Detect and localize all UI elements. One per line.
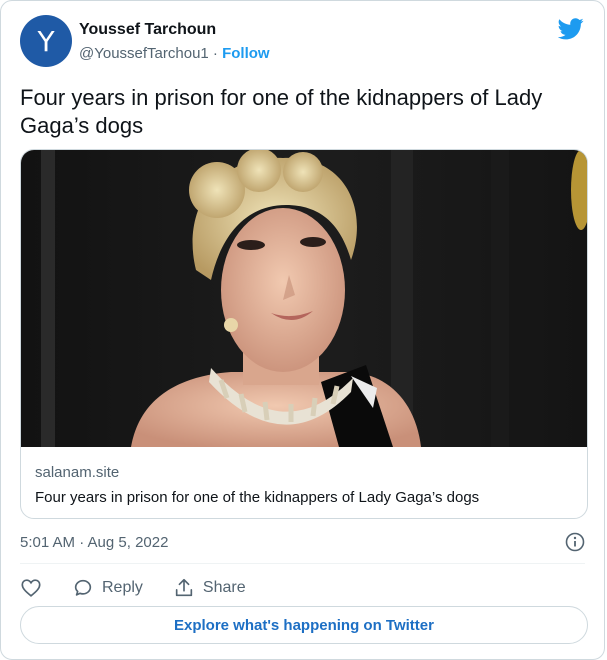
heart-icon bbox=[21, 579, 41, 597]
share-button[interactable]: Share bbox=[173, 577, 246, 599]
author-name[interactable]: Youssef Tarchoun bbox=[79, 21, 216, 39]
reply-bubble-icon bbox=[74, 579, 92, 596]
card-image bbox=[21, 150, 587, 447]
author-handle[interactable]: @YoussefTarchou1 bbox=[79, 45, 209, 62]
tweet-embed: Y Youssef Tarchoun @YoussefTarchou1 · Fo… bbox=[0, 0, 605, 660]
info-icon[interactable] bbox=[565, 532, 585, 552]
like-button[interactable] bbox=[20, 577, 42, 599]
avatar[interactable]: Y bbox=[20, 15, 72, 67]
author-handle-line: @YoussefTarchou1 · Follow bbox=[79, 45, 270, 62]
handle-separator: · bbox=[208, 45, 223, 62]
card-domain: salanam.site bbox=[35, 464, 120, 481]
explore-label: Explore what's happening on Twitter bbox=[174, 616, 434, 634]
reply-button[interactable]: Reply bbox=[72, 577, 143, 599]
tweet-timestamp[interactable]: 5:01 AM · Aug 5, 2022 bbox=[20, 534, 168, 551]
tweet-text: Four years in prison for one of the kidn… bbox=[20, 85, 543, 138]
share-label: Share bbox=[202, 579, 246, 596]
explore-twitter-button[interactable]: Explore what's happening on Twitter bbox=[20, 606, 588, 644]
divider bbox=[20, 563, 585, 564]
card-title: Four years in prison for one of the kidn… bbox=[35, 489, 480, 506]
reply-label: Reply bbox=[102, 579, 143, 596]
follow-button[interactable]: Follow bbox=[222, 45, 270, 62]
twitter-bird-icon[interactable] bbox=[558, 18, 584, 40]
share-icon bbox=[175, 578, 193, 597]
action-bar: Reply Share bbox=[20, 575, 246, 601]
link-card[interactable]: salanam.site Four years in prison for on… bbox=[20, 149, 588, 519]
avatar-letter: Y bbox=[37, 24, 55, 58]
